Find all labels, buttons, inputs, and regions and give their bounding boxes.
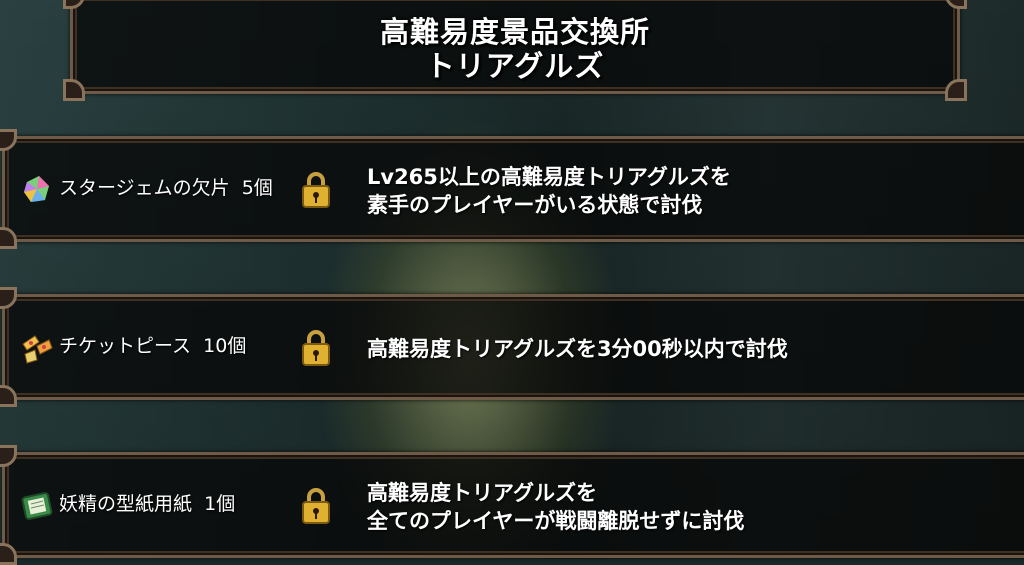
- page-subtitle: トリアグルズ: [425, 49, 605, 83]
- reward-name: チケットピース 10個: [59, 335, 247, 357]
- reward-count: 1個: [204, 493, 236, 515]
- page-title: 高難易度景品交換所: [379, 15, 650, 49]
- title-panel: 高難易度景品交換所 トリアグルズ: [63, 0, 967, 101]
- frame-corner-ornament: [945, 0, 967, 9]
- unlock-condition: 高難易度トリアグルズを3分00秒以内で討伐: [367, 337, 788, 361]
- reward-row[interactable]: 妖精の型紙用紙 1個 高難易度トリアグルズを 全てのプレイヤーが戦闘離脱せずに討…: [0, 445, 1024, 565]
- star-gem-fragment-icon: [24, 176, 49, 202]
- reward-count: 5個: [241, 177, 273, 199]
- frame-corner-ornament: [0, 227, 17, 249]
- reward-name: 妖精の型紙用紙 1個: [59, 493, 236, 515]
- lock-icon: [302, 488, 330, 524]
- reward-name: スタージェムの欠片 5個: [59, 177, 273, 199]
- reward-row[interactable]: チケットピース 10個 高難易度トリアグルズを3分00秒以内で討伐: [0, 287, 1024, 407]
- lock-icon: [302, 172, 330, 208]
- frame-corner-ornament: [0, 543, 17, 565]
- ticket-piece-icon: [22, 335, 53, 364]
- fairy-mold-paper-icon: [21, 492, 53, 520]
- unlock-condition: 高難易度トリアグルズを 全てのプレイヤーが戦闘離脱せずに討伐: [367, 481, 745, 533]
- frame-corner-ornament: [0, 445, 17, 467]
- unlock-condition: Lv265以上の高難易度トリアグルズを 素手のプレイヤーがいる状態で討伐: [367, 165, 731, 217]
- frame-corner-ornament: [0, 287, 17, 309]
- frame-corner-ornament: [63, 0, 85, 9]
- lock-icon: [302, 330, 330, 366]
- reward-count: 10個: [203, 335, 247, 357]
- frame-corner-ornament: [0, 385, 17, 407]
- reward-row[interactable]: スタージェムの欠片 5個 Lv265以上の高難易度トリアグルズを 素手のプレイヤ…: [0, 129, 1024, 249]
- frame-corner-ornament: [0, 129, 17, 151]
